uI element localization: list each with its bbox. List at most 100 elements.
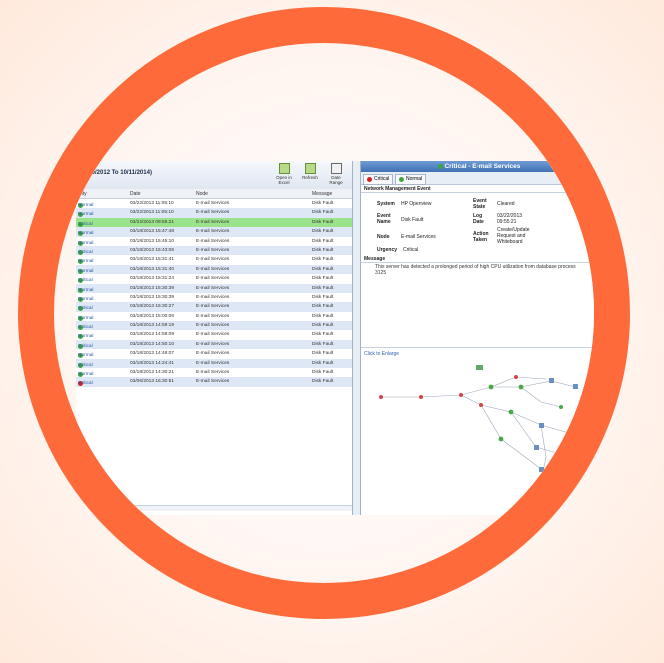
col-severity[interactable]: rity: [80, 191, 87, 197]
node-cell: E-mail Services: [196, 341, 230, 347]
refresh-button[interactable]: Refresh: [298, 163, 322, 187]
message-cell: Disk Fault: [312, 370, 334, 376]
message-cell: Disk Fault: [312, 351, 334, 357]
label-log-date: Log Date: [473, 213, 484, 225]
divider: [361, 262, 594, 263]
node-icon: [518, 384, 524, 390]
date-cell: 03/22/2013 11:05:10: [130, 201, 174, 206]
message-cell: Disk Fault: [312, 238, 334, 244]
message-cell: Disk Fault: [312, 304, 334, 310]
event-detail-pane: Critical - E-mail Services Critical Norm…: [360, 161, 594, 515]
table-row[interactable]: Critical 03/18/2013 14:50:10 E-mail Servic…: [76, 339, 352, 350]
network-topology-diagram[interactable]: [361, 357, 594, 515]
message-cell: Disk Fault: [312, 313, 334, 319]
table-row[interactable]: Critical 03/18/2013 15:31:24 E-mail Servic…: [76, 274, 352, 284]
node-cell: E-mail Services: [196, 229, 230, 235]
node-cell: E-mail Services: [196, 379, 230, 385]
node-icon: [479, 403, 483, 407]
node-cell: E-mail Services: [196, 370, 230, 376]
detail-title: Critical - E-mail Services: [361, 161, 594, 172]
date-cell: 03/18/2013 14:50:10: [130, 341, 175, 347]
table-row[interactable]: Normal 03/22/2013 11:05:10 E-mail Services…: [76, 199, 352, 208]
date-range-button[interactable]: Date Range: [324, 163, 348, 187]
message-cell: Disk Fault: [312, 229, 334, 235]
message-text: This server has detected a prolonged per…: [375, 264, 576, 276]
node-cell: E-mail Services: [196, 210, 230, 216]
tab-critical[interactable]: Critical: [363, 174, 394, 185]
node-icon: [549, 378, 554, 383]
value-log-date: 03/22/2013 09:55:21: [497, 213, 523, 225]
date-cell: 03/18/2013 14:59:09: [130, 332, 175, 338]
value-system: HP Openview: [401, 201, 432, 207]
node-cell: E-mail Services: [196, 219, 230, 225]
col-node[interactable]: Node: [196, 191, 208, 197]
message-cell: Disk Fault: [312, 341, 334, 347]
node-cell: E-mail Services: [196, 276, 230, 282]
date-cell: 03/18/2013 15:30:39: [130, 285, 175, 291]
date-cell: 03/18/2013 15:43:06: [130, 247, 175, 253]
node-cell: E-mail Services: [196, 247, 230, 253]
node-cell: E-mail Services: [196, 201, 230, 206]
excel-icon: [278, 163, 290, 174]
date-cell: 03/18/2013 15:00:06: [130, 313, 175, 319]
table-row[interactable]: Normal 03/18/2013 15:30:39 E-mail Services…: [76, 283, 352, 293]
table-row[interactable]: Normal 03/18/2013 15:45:10 E-mail Services…: [76, 237, 352, 246]
tab-normal[interactable]: Normal: [395, 174, 427, 185]
message-cell: Disk Fault: [312, 285, 334, 291]
col-date[interactable]: Date: [130, 191, 141, 197]
value-event-name: Disk Fault: [401, 217, 424, 223]
date-cell: 03/18/2013 15:31:41: [130, 257, 175, 263]
table-row[interactable]: Normal 03/18/2013 15:47:48 E-mail Services…: [76, 227, 352, 237]
value-node: E-mail Services: [401, 234, 436, 240]
node-cell: E-mail Services: [196, 313, 230, 319]
date-cell: 03/18/2013 15:30:39: [130, 294, 175, 300]
node-icon: [539, 423, 544, 428]
table-row[interactable]: Normal 03/18/2013 15:00:06 E-mail Services…: [76, 312, 352, 321]
node-icon: [419, 395, 423, 399]
table-row[interactable]: Critical 03/18/2013 14:24:41 E-mail Servic…: [76, 358, 352, 369]
col-message[interactable]: Message: [312, 191, 332, 197]
table-row[interactable]: Normal 03/18/2013 15:31:40 E-mail Services…: [76, 264, 352, 275]
node-icon: [573, 433, 578, 438]
node-icon: [569, 455, 574, 460]
table-row[interactable]: Normal 03/18/2013 15:30:39 E-mail Services…: [76, 293, 352, 302]
node-cell: E-mail Services: [196, 257, 230, 263]
node-icon: [534, 445, 539, 450]
table-row[interactable]: Critical 03/18/2013 14:59:19 E-mail Servic…: [76, 321, 352, 331]
message-cell: Disk Fault: [312, 294, 334, 300]
topology-nodes: [379, 365, 578, 486]
horizontal-scrollbar[interactable]: [76, 505, 352, 511]
table-row[interactable]: Normal 03/18/2013 14:30:21 E-mail Services…: [76, 368, 352, 378]
table-row[interactable]: Normal 03/18/2013 15:31:41 E-mail Services…: [76, 255, 352, 265]
table-row[interactable]: Critical 03/18/2013 15:43:06 E-mail Servic…: [76, 245, 352, 256]
message-cell: Disk Fault: [312, 323, 334, 329]
message-cell: Disk Fault: [312, 332, 334, 338]
value-action-taken: Create/Update Request and Whiteboard: [497, 227, 530, 245]
date-cell: 03/18/2013 15:30:27: [130, 304, 175, 310]
table-row[interactable]: Critical 03/22/2013 09:55:21 E-mail Servic…: [76, 217, 352, 228]
message-cell: Disk Fault: [312, 201, 334, 206]
table-row[interactable]: Critical 03/18/2013 15:30:27 E-mail Servic…: [76, 302, 352, 312]
node-cell: E-mail Services: [196, 304, 230, 310]
table-row[interactable]: Critical 03/06/2013 16:30:51 E-mail Servic…: [76, 377, 352, 387]
event-rows: Normal 03/22/2013 11:05:10 E-mail Services…: [76, 199, 352, 387]
table-row[interactable]: Normal 03/18/2013 14:48:07 E-mail Services…: [76, 349, 352, 359]
message-cell: Disk Fault: [312, 276, 334, 282]
date-cell: 03/18/2013 14:24:41: [130, 360, 175, 366]
date-cell: 03/18/2013 14:48:07: [130, 351, 175, 357]
node-cell: E-mail Services: [196, 332, 230, 338]
date-cell: 03/18/2013 14:30:21: [130, 370, 175, 376]
event-list-pane: 12/10/2012 To 10/11/2014) Open in Excel …: [76, 161, 353, 515]
node-cell: E-mail Services: [196, 238, 230, 244]
node-cell: E-mail Services: [196, 360, 230, 366]
message-cell: Disk Fault: [312, 266, 334, 272]
table-row[interactable]: Normal 03/18/2013 14:59:09 E-mail Services…: [76, 330, 352, 340]
table-row[interactable]: Normal 03/22/2013 11:05:10 E-mail Services…: [76, 208, 352, 218]
date-cell: 03/18/2013 15:45:10: [130, 238, 175, 244]
calendar-icon: [330, 163, 342, 174]
label-node: Node: [377, 234, 390, 240]
open-in-excel-button[interactable]: Open in Excel: [272, 163, 296, 187]
app-window: 12/10/2012 To 10/11/2014) Open in Excel …: [76, 161, 594, 515]
node-icon: [559, 405, 563, 409]
node-cell: E-mail Services: [196, 351, 230, 357]
